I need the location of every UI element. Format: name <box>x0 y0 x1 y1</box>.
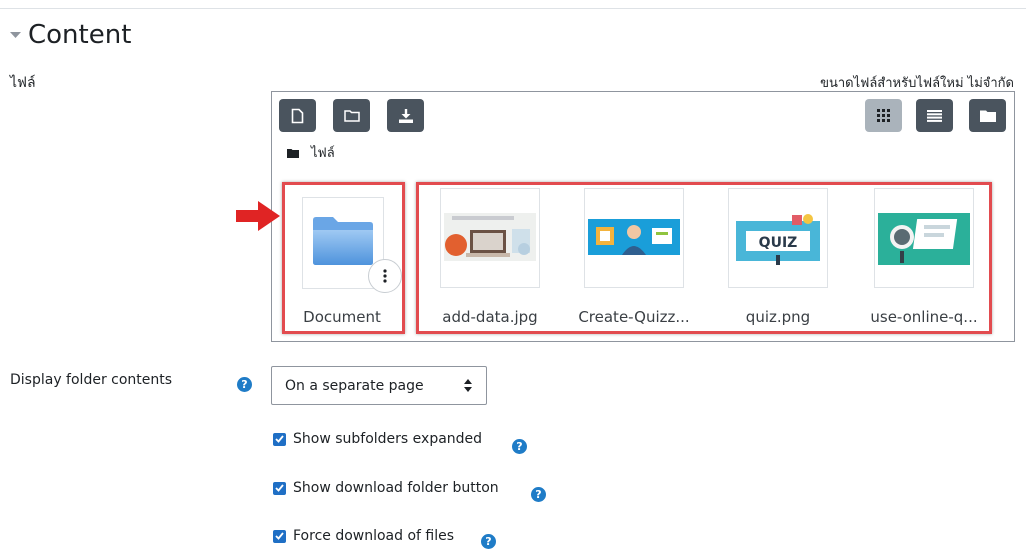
section-title: Content <box>28 20 132 50</box>
list-view-icon <box>927 109 942 122</box>
option-label: Force download of files <box>293 528 455 544</box>
folder-icon <box>287 148 299 158</box>
checkbox-checked[interactable] <box>273 432 286 446</box>
option-label: Show subfolders expanded <box>293 431 483 447</box>
download-icon <box>398 108 413 123</box>
help-icon[interactable]: ? <box>531 487 546 502</box>
tree-view-icon <box>979 110 996 122</box>
check-icon <box>275 435 284 443</box>
breadcrumb[interactable]: ไฟล์ <box>287 142 335 163</box>
display-contents-select[interactable]: On a separate page <box>271 366 487 405</box>
arrow-right-icon <box>236 201 280 231</box>
option-subfolders-expanded[interactable]: Show subfolders expanded <box>273 431 482 447</box>
display-contents-label: Display folder contents <box>10 372 173 388</box>
folder-highlight-box <box>282 182 405 334</box>
add-file-icon <box>291 108 304 123</box>
option-download-folder-button[interactable]: Show download folder button <box>273 480 499 496</box>
tree-view-button[interactable] <box>969 99 1006 132</box>
help-icon[interactable]: ? <box>512 439 527 454</box>
check-icon <box>275 484 284 492</box>
file-size-limit: ขนาดไฟล์สำหรับไฟล์ใหม่ ไม่จำกัด <box>820 76 1014 91</box>
checkbox-checked[interactable] <box>273 481 286 495</box>
files-label: ไฟล์ <box>10 75 36 91</box>
files-highlight-box <box>416 182 992 334</box>
breadcrumb-label: ไฟล์ <box>311 146 335 161</box>
select-value: On a separate page <box>285 377 424 394</box>
create-folder-button[interactable] <box>333 99 370 132</box>
sort-arrows-icon <box>464 379 472 392</box>
download-button[interactable] <box>387 99 424 132</box>
create-folder-icon <box>343 110 360 122</box>
option-label: Show download folder button <box>293 480 499 496</box>
option-force-download[interactable]: Force download of files <box>273 528 454 544</box>
checkbox-checked[interactable] <box>273 529 286 543</box>
list-view-button[interactable] <box>916 99 953 132</box>
check-icon <box>275 532 284 540</box>
caret-down-icon <box>10 28 28 42</box>
icon-view-button[interactable] <box>865 99 902 132</box>
icon-view-icon <box>877 109 890 122</box>
top-divider <box>0 8 1026 9</box>
section-toggle-content[interactable]: Content <box>10 20 131 50</box>
help-icon[interactable]: ? <box>237 377 252 392</box>
add-file-button[interactable] <box>279 99 316 132</box>
